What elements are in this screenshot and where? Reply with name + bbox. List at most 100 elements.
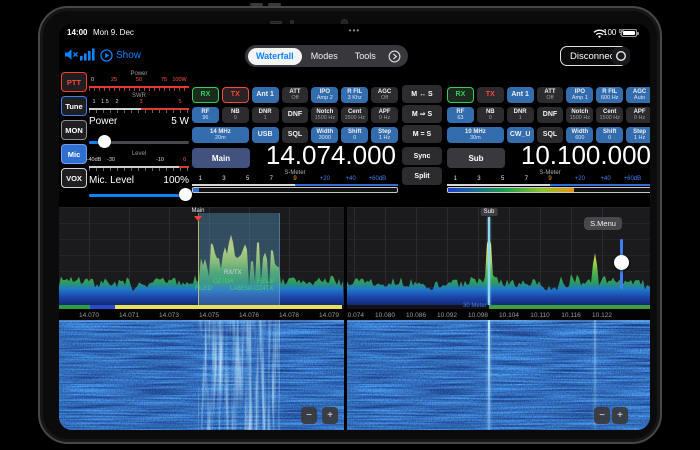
power-label: Power bbox=[89, 116, 117, 127]
button-mon[interactable]: MON bbox=[61, 120, 87, 140]
sub-btn-apf[interactable]: APF0 Hz bbox=[626, 107, 650, 123]
sub-btn-rx[interactable]: RX bbox=[447, 87, 474, 103]
s-menu-button[interactable]: S.Menu bbox=[584, 217, 622, 230]
main-zoom-out-button[interactable]: − bbox=[301, 407, 317, 424]
main-btn-notch[interactable]: Notch1500 Hz bbox=[311, 107, 338, 123]
main-vfo-button[interactable]: Main bbox=[192, 148, 250, 168]
mic-level-label: Mic. Level bbox=[89, 175, 134, 186]
main-btn-r-fil[interactable]: R FIL3 Khz bbox=[341, 87, 368, 103]
power-slider-knob[interactable] bbox=[98, 135, 111, 148]
callsign-label[interactable]: LA8ENA bbox=[230, 286, 253, 292]
button-tune[interactable]: Tune bbox=[61, 96, 87, 116]
band-segment bbox=[115, 305, 342, 309]
band-segment bbox=[90, 305, 115, 309]
status-menu-dots[interactable]: ••• bbox=[349, 26, 360, 35]
waterfall-row: − + − + bbox=[59, 320, 650, 430]
sub-btn-cent[interactable]: Cent1500 Hz bbox=[596, 107, 623, 123]
main-btn-att[interactable]: ATTOff bbox=[282, 87, 309, 103]
power-value: 5 W bbox=[171, 116, 189, 127]
tab-tools[interactable]: Tools bbox=[347, 48, 384, 65]
muted-speaker-icon[interactable] bbox=[64, 48, 79, 61]
sub-btn-nb[interactable]: NB0 bbox=[477, 107, 504, 123]
play-circle-icon[interactable] bbox=[100, 49, 113, 62]
freq-tick-label: 10.122 bbox=[592, 312, 612, 319]
sub-smeter: S-Meter13579+20+40+60dB bbox=[447, 170, 650, 198]
sub-vfo-button[interactable]: Sub bbox=[447, 148, 505, 168]
sub-btn-att[interactable]: ATTOff bbox=[537, 87, 564, 103]
callsign-label[interactable]: F5SJP bbox=[257, 279, 275, 285]
mic-level-slider[interactable] bbox=[89, 188, 189, 202]
tab-modes[interactable]: Modes bbox=[303, 48, 346, 65]
button-ptt[interactable]: PTT bbox=[61, 72, 87, 92]
forward-circle-icon[interactable] bbox=[388, 50, 401, 63]
main-btn-14-mhz[interactable]: 14 MHz20m bbox=[192, 127, 249, 143]
main-frequency-display: 14.074.000 bbox=[266, 140, 396, 171]
main-rig: RXTXAnt 1ATTOffIPOAmp 2R FIL3 KhzAGCOff R… bbox=[192, 72, 398, 207]
band-plan-label: 30 Meter > bbox=[463, 303, 492, 309]
mid-button-split[interactable]: Split bbox=[402, 167, 442, 185]
main-btn-rf[interactable]: RF96 bbox=[192, 107, 219, 123]
sub-btn-ant-1[interactable]: Ant 1 bbox=[507, 87, 534, 103]
tab-waterfall[interactable]: Waterfall bbox=[248, 48, 302, 65]
rig-controls: PTT Tune MON Mic VOX Power0255075100W SWR11.… bbox=[59, 72, 650, 207]
mid-button-m-s[interactable]: M = S bbox=[402, 125, 442, 143]
sub-btn-rf[interactable]: RF63 bbox=[447, 107, 474, 123]
callsign-label[interactable]: OZ4TX bbox=[254, 286, 273, 292]
ring-icon bbox=[615, 50, 627, 62]
mid-button-m-s[interactable]: M ⇒ S bbox=[402, 105, 442, 123]
main-btn-ant-1[interactable]: Ant 1 bbox=[252, 87, 279, 103]
power-slider[interactable] bbox=[89, 135, 189, 149]
mid-button-m-s[interactable]: M ↔ S bbox=[402, 85, 442, 103]
freq-tick-label: 14.075 bbox=[199, 312, 219, 319]
mic-slider-fill bbox=[89, 194, 186, 197]
freq-tick-label: 10.116 bbox=[561, 312, 580, 319]
button-mic[interactable]: Mic bbox=[61, 144, 87, 164]
sub-zoom-out-button[interactable]: − bbox=[594, 407, 610, 424]
main-btn-agc[interactable]: AGCOff bbox=[371, 87, 398, 103]
power-meter: Power0255075100W bbox=[89, 72, 189, 92]
callsign-label[interactable]: FILED bbox=[195, 286, 212, 292]
main-zoom-in-button[interactable]: + bbox=[322, 407, 338, 424]
sub-btn-agc[interactable]: AGCAuto bbox=[626, 87, 650, 103]
freq-tick-label: 10.098 bbox=[468, 312, 488, 319]
mic-slider-knob[interactable] bbox=[179, 188, 192, 201]
sub-spectrum[interactable]: Sub S.Menu 30 Meter > 10.07410.08010.086… bbox=[347, 207, 650, 320]
sub-btn-dnf[interactable]: DNF bbox=[537, 107, 564, 123]
sub-btn-ipo[interactable]: IPOAmp 1 bbox=[566, 87, 593, 103]
sub-zoom-in-button[interactable]: + bbox=[612, 407, 628, 424]
status-time: 14:00 bbox=[67, 28, 87, 37]
rxtx-marker-label[interactable]: RX/TX bbox=[224, 270, 242, 276]
main-btn-nb[interactable]: NB0 bbox=[222, 107, 249, 123]
waterfall-latest-line bbox=[59, 320, 344, 322]
show-button[interactable]: Show bbox=[116, 50, 141, 61]
main-btn-apf[interactable]: APF0 Hz bbox=[371, 107, 398, 123]
main-btn-dnf[interactable]: DNF bbox=[282, 107, 309, 123]
freq-tick-label: 10.110 bbox=[530, 312, 549, 319]
sub-marker-label[interactable]: Sub bbox=[481, 208, 498, 216]
view-segmented-control: WaterfallModesTools bbox=[245, 45, 408, 67]
ref-slider-knob[interactable] bbox=[614, 255, 629, 270]
mid-button-sync[interactable]: Sync bbox=[402, 147, 442, 165]
sub-btn-dnr[interactable]: DNR1 bbox=[507, 107, 534, 123]
sub-btn-r-fil[interactable]: R FIL600 Hz bbox=[596, 87, 623, 103]
freq-tick-label: 14.079 bbox=[319, 312, 339, 319]
sub-frequency-axis[interactable]: 10.07410.08010.08610.09210.09810.10410.1… bbox=[347, 309, 650, 320]
sub-btn-10-mhz[interactable]: 10 MHz30m bbox=[447, 127, 504, 143]
main-spectrum[interactable]: Main 14.07014.07114.07314.07514.07614.07… bbox=[59, 207, 344, 320]
main-frequency-axis[interactable]: 14.07014.07114.07314.07514.07614.07814.0… bbox=[59, 309, 344, 320]
sub-btn-notch[interactable]: Notch1500 Hz bbox=[566, 107, 593, 123]
button-vox[interactable]: VOX bbox=[61, 168, 87, 188]
swr-meter: SWR11.5235 bbox=[89, 94, 189, 114]
power-row: Power 5 W bbox=[89, 116, 189, 127]
sub-btn-tx[interactable]: TX bbox=[477, 87, 504, 103]
main-btn-tx[interactable]: TX bbox=[222, 87, 249, 103]
main-btn-cent[interactable]: Cent1500 Hz bbox=[341, 107, 368, 123]
signal-bars-icon[interactable] bbox=[80, 48, 95, 61]
main-button-grid: RXTXAnt 1ATTOffIPOAmp 2R FIL3 KhzAGCOff R… bbox=[192, 87, 398, 143]
camera-ring-button[interactable] bbox=[612, 47, 630, 65]
main-btn-dnr[interactable]: DNR1 bbox=[252, 107, 279, 123]
main-btn-rx[interactable]: RX bbox=[192, 87, 219, 103]
ref-level-slider[interactable] bbox=[614, 239, 629, 289]
callsign-label[interactable]: OZ7DR bbox=[213, 279, 233, 285]
main-btn-ipo[interactable]: IPOAmp 2 bbox=[311, 87, 338, 103]
